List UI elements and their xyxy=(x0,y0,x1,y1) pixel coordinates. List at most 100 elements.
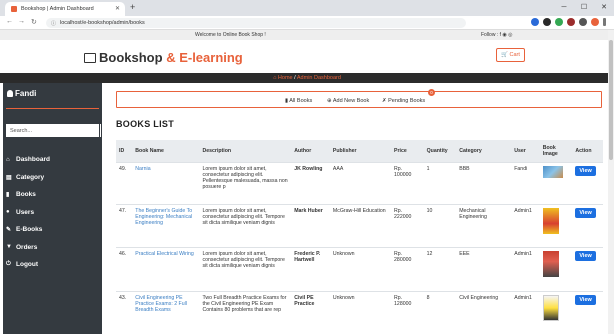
cell-publisher: McGraw-Hill Education xyxy=(329,203,392,247)
user-icon xyxy=(7,90,13,97)
search-input[interactable]: Search... xyxy=(6,124,99,137)
close-tab-icon[interactable]: ✕ xyxy=(115,5,120,12)
cell-description: Lorem ipsum dolor sit amet, consectetur … xyxy=(199,203,292,247)
window-controls: ─ ☐ ✕ xyxy=(554,0,614,16)
cell-author: Frederic P. Hartwell xyxy=(291,246,330,291)
cell-price: Rp. 100000 xyxy=(391,161,424,204)
cell-image xyxy=(539,246,573,291)
book-name-link[interactable]: Civil Engineering PE Practice Exams: 2 F… xyxy=(132,290,200,331)
home-icon: ⌂ xyxy=(6,156,10,163)
sidebar-user: Fandi xyxy=(7,89,36,98)
users-icon: ● xyxy=(6,209,10,216)
cell-author: JK Rowling xyxy=(291,161,330,204)
cell-publisher: Unknown xyxy=(329,246,392,291)
cell-description: Lorem ipsum dolor sit amet, consectetur … xyxy=(199,161,292,204)
breadcrumb-current: Admin Dashboard xyxy=(296,75,341,81)
col-action: Action xyxy=(575,147,592,154)
cell-user: Admin1 xyxy=(511,203,540,247)
cell-quantity: 1 xyxy=(423,161,457,204)
view-button[interactable]: View xyxy=(575,294,596,305)
avatar[interactable] xyxy=(591,18,599,26)
cell-category: EEE xyxy=(456,246,512,291)
sidebar-item-logout[interactable]: ⏻ Logout xyxy=(6,256,50,274)
pending-books-link[interactable]: ✗ Pending Books xyxy=(382,98,425,104)
book-name-link[interactable]: Narnia xyxy=(132,161,200,204)
github-icon: ◉ xyxy=(502,32,507,38)
sidebar-item-users[interactable]: ● Users xyxy=(6,204,50,222)
info-icon: ⓘ xyxy=(51,21,57,27)
cell-price: Rp. 128000 xyxy=(391,290,424,331)
extension-icon[interactable] xyxy=(555,18,563,26)
follow-text: Follow : f ◉ ◎ xyxy=(481,32,513,38)
cell-action: View xyxy=(572,203,603,247)
site-header: Bookshop & E-learning 🛒 Cart xyxy=(0,40,614,73)
add-book-link[interactable]: ⊕ Add New Book xyxy=(327,98,369,104)
book-name-link[interactable]: The Beginner's Guide To Engineering: Mec… xyxy=(132,203,200,247)
cart-icon: ▼ xyxy=(6,244,12,251)
table-header-row: ID Book Name Description Author Publishe… xyxy=(116,140,603,162)
cell-image xyxy=(539,290,573,331)
address-bar[interactable]: ⓘ localhost/e-bookshop/admin/books xyxy=(46,18,466,28)
welcome-text: Welcome to Online Book Shop ! xyxy=(195,32,266,38)
sidebar-menu: ⌂ Dashboard ▤ Category ▮ Books ● Users ✎ E-Bo… xyxy=(6,151,50,274)
extension-icon[interactable] xyxy=(543,18,551,26)
new-tab-icon[interactable]: + xyxy=(130,2,135,12)
col-description: Description xyxy=(202,147,232,154)
menu-icon[interactable] xyxy=(603,18,606,26)
sidebar-item-books[interactable]: ▮ Books xyxy=(6,186,50,204)
extension-icon[interactable] xyxy=(567,18,575,26)
book-icon: ▮ xyxy=(6,192,10,199)
cart-button[interactable]: 🛒 Cart xyxy=(496,48,525,62)
sidebar-item-ebooks[interactable]: ✎ E-Books xyxy=(6,221,50,239)
cell-description: Lorem ipsum dolor sit amet, consectetur … xyxy=(199,246,292,291)
book-cover-image xyxy=(542,250,559,277)
close-window-icon[interactable]: ✕ xyxy=(594,0,614,16)
back-icon[interactable]: ← xyxy=(6,18,13,25)
breadcrumb: ⌂ Home / Admin Dashboard xyxy=(0,73,614,83)
reload-icon[interactable]: ↻ xyxy=(31,18,37,26)
all-books-link[interactable]: ▮ All Books xyxy=(285,98,312,104)
view-button[interactable]: View xyxy=(575,165,596,176)
view-button[interactable]: View xyxy=(575,207,596,218)
cell-quantity: 8 xyxy=(423,290,457,331)
main-content: ▮ All Books ⊕ Add New Book ✗ Pending Boo… xyxy=(106,83,603,334)
cell-author: Mark Huber xyxy=(291,203,330,247)
browser-tab[interactable]: Bookshop | Admin Dashboard ✕ xyxy=(5,2,125,16)
star-icon[interactable] xyxy=(531,18,539,26)
col-book-name: Book Name xyxy=(135,147,164,154)
col-id: ID xyxy=(119,147,125,154)
minimize-icon[interactable]: ─ xyxy=(554,0,574,16)
cell-publisher: Unknown xyxy=(329,290,392,331)
book-name-link[interactable]: Practical Electrical Wiring xyxy=(132,246,200,291)
col-publisher: Publisher xyxy=(332,147,357,154)
puzzle-icon[interactable] xyxy=(579,18,587,26)
table-row: 47. The Beginner's Guide To Engineering:… xyxy=(116,203,603,247)
ebook-icon: ✎ xyxy=(6,227,12,234)
table-row: 49. Narnia Lorem ipsum dolor sit amet, c… xyxy=(116,161,603,204)
browser-tab-strip: Bookshop | Admin Dashboard ✕ + ─ ☐ ✕ xyxy=(0,0,614,16)
site-logo[interactable]: Bookshop & E-learning xyxy=(84,50,243,65)
col-quantity: Quantity xyxy=(426,147,448,154)
forward-icon[interactable]: → xyxy=(18,18,25,25)
scrollbar[interactable] xyxy=(608,30,614,334)
col-price: Price xyxy=(394,147,407,154)
cell-user: Fandi xyxy=(511,161,540,204)
col-book-image: Book Image xyxy=(542,144,558,157)
folder-icon: ▤ xyxy=(6,174,12,181)
sidebar-item-category[interactable]: ▤ Category xyxy=(6,169,50,187)
maximize-icon[interactable]: ☐ xyxy=(574,0,594,16)
books-table: ID Book Name Description Author Publishe… xyxy=(116,140,603,331)
sidebar-divider xyxy=(6,108,99,109)
breadcrumb-home[interactable]: Home xyxy=(278,75,293,81)
scrollbar-thumb[interactable] xyxy=(609,40,613,160)
browser-toolbar: ← → ↻ ⓘ localhost/e-bookshop/admin/books xyxy=(0,16,614,30)
sidebar-item-dashboard[interactable]: ⌂ Dashboard xyxy=(6,151,50,169)
cell-category: Civil Engineering xyxy=(456,290,512,331)
sidebar-item-orders[interactable]: ▼ Orders xyxy=(6,239,50,257)
cell-id: 47. xyxy=(116,203,133,247)
tab-title: Bookshop | Admin Dashboard xyxy=(21,6,94,12)
search-button[interactable] xyxy=(100,124,101,137)
view-button[interactable]: View xyxy=(575,250,596,261)
cell-category: Mechanical Engineering xyxy=(456,203,512,247)
cell-quantity: 10 xyxy=(423,203,457,247)
